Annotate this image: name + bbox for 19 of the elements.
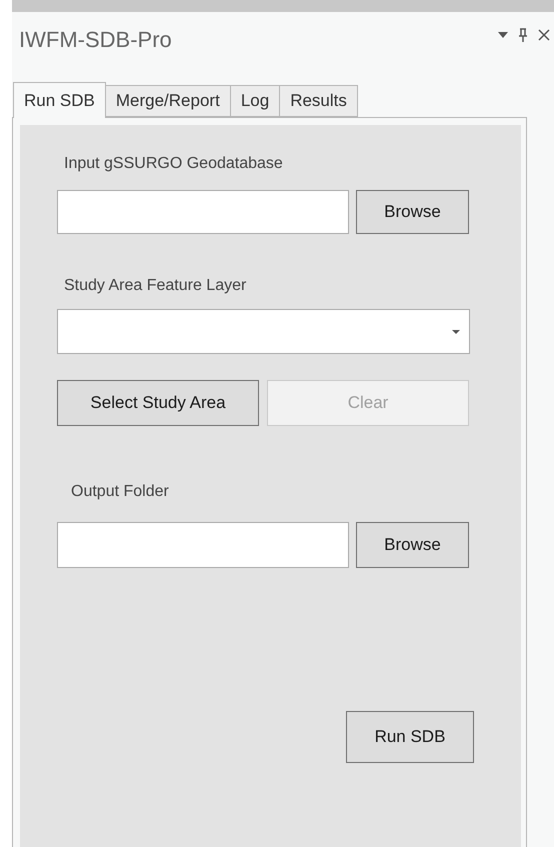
dropdown-icon[interactable]	[498, 32, 508, 38]
tab[interactable]: Log	[230, 85, 280, 117]
pane-title: IWFM-SDB-Pro	[19, 26, 172, 54]
field-label: Study Area Feature Layer	[64, 276, 248, 296]
close-icon[interactable]	[538, 29, 550, 41]
tab[interactable]: Merge/Report	[104, 85, 231, 117]
select-button[interactable]: Select Study Area	[57, 380, 259, 426]
field-label: Output Folder	[71, 482, 170, 502]
input-field[interactable]	[57, 190, 349, 234]
tab[interactable]: Results	[279, 85, 358, 117]
dropdown-field[interactable]	[57, 309, 470, 354]
browse-button[interactable]: Browse	[356, 190, 469, 234]
run-button[interactable]: Run SDB	[346, 711, 474, 763]
pin-icon[interactable]	[518, 28, 528, 42]
browse-button[interactable]: Browse	[356, 522, 469, 568]
caret-icon	[452, 330, 460, 334]
field-label: Input gSSURGO Geodatabase	[64, 154, 284, 174]
tab[interactable]: Run SDB	[13, 82, 106, 118]
input-field[interactable]	[57, 522, 349, 568]
